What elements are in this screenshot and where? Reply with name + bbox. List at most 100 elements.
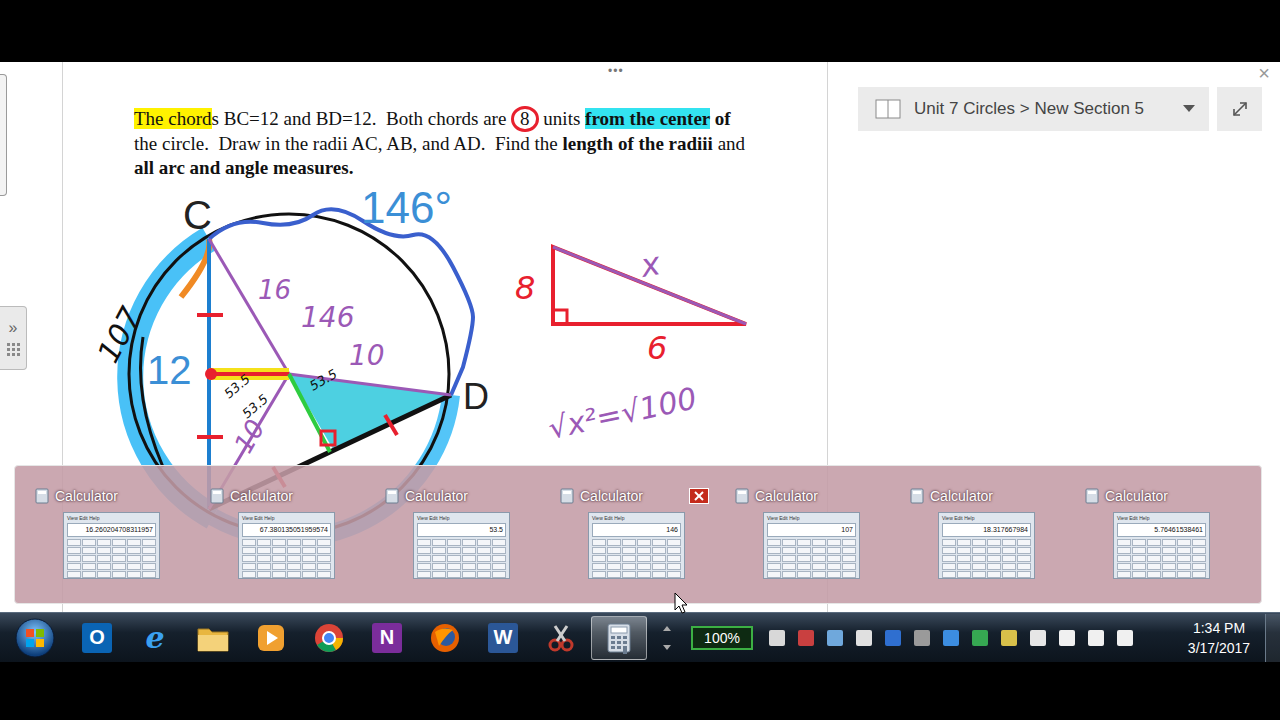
preview-menu: View Edit Help [942,515,1031,521]
handwritten-note: 53.5 [307,366,340,393]
preview-key [477,571,491,578]
preview-key [972,547,986,554]
window-thumbnail[interactable]: CalculatorView Edit Help67.3801350519595… [196,466,371,603]
taskbar-app[interactable] [185,616,241,660]
preview-key [667,539,681,546]
handwritten-note: 107 [90,301,148,368]
preview-key [142,563,156,570]
preview-key [287,571,301,578]
window-thumbnail[interactable]: Calculator View Edit Help146 [546,466,721,603]
radius-ac [209,239,289,374]
preview-key [1132,571,1146,578]
preview-key [797,571,811,578]
thumbnail-close-button[interactable] [689,488,709,504]
preview-key [957,547,971,554]
preview-key [987,547,1001,554]
close-button[interactable]: × [1258,62,1270,85]
taskbar-app[interactable] [301,616,357,660]
preview-key [622,547,636,554]
preview-key [272,563,286,570]
preview-key [97,563,111,570]
preview-key [257,571,271,578]
taskbar-app[interactable]: O [69,616,125,660]
preview-key [987,571,1001,578]
sync-icon[interactable] [1059,630,1075,646]
preview-key [97,547,111,554]
window-thumbnail[interactable]: CalculatorView Edit Help18.317667984 [896,466,1071,603]
preview-key [1002,539,1016,546]
preview-key [462,555,476,562]
shield-icon[interactable] [972,630,988,646]
start-button[interactable] [0,617,69,659]
preview-key [637,539,651,546]
right-angle-mark [321,431,335,445]
taskbar-app[interactable]: N [359,616,415,660]
taskbar-app[interactable] [533,616,589,660]
breadcrumb-text: Unit 7 Circles > New Section 5 [914,99,1171,119]
more-button[interactable]: ••• [608,64,624,78]
preview-key [767,555,781,562]
preview-key [477,563,491,570]
preview-keypad [242,539,331,578]
preview-key [652,547,666,554]
book-icon[interactable] [827,630,843,646]
preview-key [1192,563,1206,570]
preview-key [432,555,446,562]
preview-key [492,571,506,578]
breadcrumb[interactable]: Unit 7 Circles > New Section 5 [858,87,1209,131]
preview-key [1162,539,1176,546]
preview-key [287,555,301,562]
usb-icon[interactable] [1030,630,1046,646]
preview-menu: View Edit Help [1117,515,1206,521]
signal-icon[interactable] [1117,630,1133,646]
preview-key [957,555,971,562]
preview-key [127,563,141,570]
network-icon[interactable] [914,630,930,646]
taskbar-app[interactable] [417,616,473,660]
sidebar-edge[interactable] [0,74,7,196]
security-icon[interactable] [1001,630,1017,646]
calculator-preview: View Edit Help107 [763,512,860,579]
window-thumbnail[interactable]: CalculatorView Edit Help107 [721,466,896,603]
window-thumbnail[interactable]: CalculatorView Edit Help5.76461538461 [1071,466,1246,603]
taskbar-app[interactable]: e [127,616,183,660]
thumbnail-previews: Calculator View Edit Help16.2602047083119… [14,465,1262,604]
bluetooth-icon[interactable] [885,630,901,646]
outlook-icon: O [82,623,112,653]
power-icon[interactable] [769,630,785,646]
preview-key [987,563,1001,570]
folder-icon [196,623,230,653]
taskbar-app[interactable]: W [475,616,531,660]
handwritten-note: √x²=√100 [545,380,699,446]
battery-text: 100% [704,630,740,646]
preview-key [417,547,431,554]
clock[interactable]: 1:34 PM3/17/2017 [1173,618,1265,658]
volume-icon[interactable] [1088,630,1104,646]
notebook-icon [874,98,902,120]
preview-key [667,571,681,578]
battery-indicator[interactable]: 100% [691,626,753,650]
calculator-icon [910,488,924,504]
thumbnail-header: Calculator [560,488,721,504]
preview-key [607,563,621,570]
preview-key [242,563,256,570]
calculator-preview: View Edit Help16.260204708311957 [63,512,160,579]
show-desktop-button[interactable] [1265,614,1280,662]
preview-key [827,547,841,554]
window-thumbnail[interactable]: CalculatorView Edit Help53.5 [371,466,546,603]
preview-keypad [767,539,856,578]
scissors-icon [545,622,577,654]
calculator-preview: View Edit Help146 [588,512,685,579]
window-thumbnail[interactable]: CalculatorView Edit Help16.2602047083119… [21,466,196,603]
keyboard-icon[interactable] [798,630,814,646]
expand-tab[interactable]: » [0,306,27,370]
diagram-label: 146° [361,183,452,232]
flag-icon[interactable] [856,630,872,646]
preview-key [782,547,796,554]
fullpage-button[interactable] [1217,87,1262,131]
text-run: units [539,108,585,129]
taskbar-app[interactable] [243,616,299,660]
taskbar-scroll[interactable] [657,623,677,653]
update-icon[interactable] [943,630,959,646]
taskbar-app[interactable] [591,616,647,660]
